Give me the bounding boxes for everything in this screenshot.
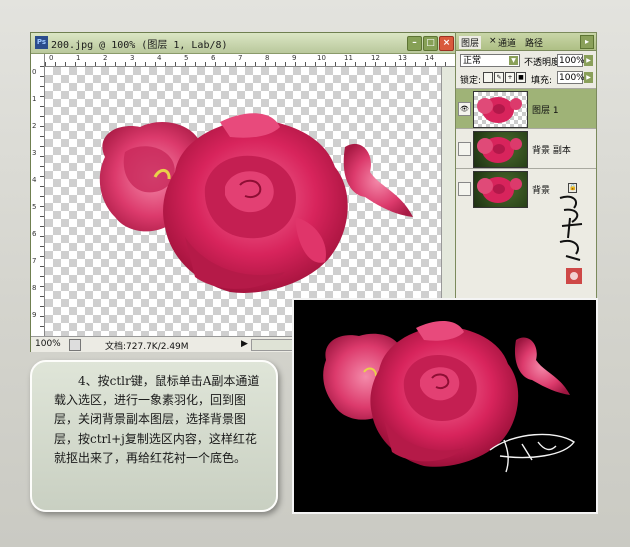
layer-thumbnail — [473, 131, 528, 168]
lock-image-icon[interactable]: ✎ — [494, 72, 504, 83]
eye-icon[interactable] — [458, 142, 471, 156]
layer-name: 背景 — [532, 186, 551, 196]
photoshop-app-icon: Ps — [35, 36, 48, 49]
ruler-label: 1 — [32, 95, 37, 103]
ruler-horizontal[interactable]: 0 1 2 3 4 5 6 7 8 9 10 11 12 13 14 — [45, 54, 456, 67]
rose-thumbnail — [477, 177, 522, 203]
layer-name: 图层 1 — [532, 106, 559, 116]
maximize-icon[interactable]: □ — [423, 36, 438, 51]
roses-on-black-image — [323, 321, 575, 473]
ruler-label: 8 — [32, 284, 37, 292]
blend-mode-select[interactable]: 正常 ▼ — [460, 54, 520, 67]
ruler-label: 14 — [425, 54, 434, 62]
ruler-label: 6 — [211, 54, 216, 62]
ruler-label: 9 — [292, 54, 297, 62]
result-photo — [292, 298, 598, 514]
instruction-text: 4、按ctlr键，鼠标单击A副本通道载入选区，进行一象素羽化，回到图层，关闭背景… — [54, 374, 260, 465]
rose-thumbnail — [477, 137, 522, 163]
ruler-label: 12 — [371, 54, 380, 62]
document-size-info: 文档:727.7K/2.49M — [105, 342, 189, 352]
vertical-scrollbar[interactable] — [441, 67, 456, 336]
navigator-icon[interactable] — [69, 339, 81, 351]
ruler-label: 4 — [157, 54, 162, 62]
ruler-vertical[interactable]: 0 1 2 3 4 5 6 7 8 9 — [31, 66, 45, 336]
lock-all-icon[interactable]: ■ — [516, 72, 526, 83]
ruler-label: 9 — [32, 311, 37, 319]
tab-close-icon[interactable]: × — [489, 36, 497, 46]
ruler-label: 0 — [32, 68, 37, 76]
zoom-level[interactable]: 100% — [35, 339, 61, 349]
ruler-label: 3 — [32, 149, 37, 157]
status-menu-arrow-icon[interactable]: ▶ — [241, 339, 248, 349]
image-canvas[interactable] — [45, 67, 441, 336]
document-titlebar[interactable]: Ps 200.jpg @ 100% (图层 1, Lab/8) – □ × — [31, 33, 456, 54]
ruler-label: 10 — [317, 54, 326, 62]
lock-transparent-icon[interactable] — [483, 72, 493, 83]
ruler-label: 1 — [76, 54, 81, 62]
blend-mode-value: 正常 — [463, 56, 482, 66]
layer-thumbnail — [473, 171, 528, 208]
ruler-label: 0 — [49, 54, 54, 62]
layer-thumbnail — [473, 91, 528, 128]
panel-tab-bar: 图层 × 通道 路径 ▸ — [456, 33, 596, 51]
opacity-input[interactable]: 100% — [557, 54, 585, 67]
fill-input[interactable]: 100% — [557, 71, 585, 84]
calligraphy-signature — [559, 195, 583, 284]
tab-paths[interactable]: 路径 — [525, 36, 543, 49]
layer-row[interactable]: 背景 副本 — [456, 128, 596, 169]
cutout-roses-image — [99, 113, 413, 293]
layer-name: 背景 副本 — [532, 146, 571, 156]
eye-icon[interactable]: 👁 — [458, 102, 471, 116]
tab-channels[interactable]: 通道 — [498, 36, 516, 49]
chevron-down-icon: ▼ — [509, 56, 518, 65]
lock-label: 锁定: — [460, 76, 482, 86]
tab-layers[interactable]: 图层 — [459, 36, 482, 49]
ruler-label: 3 — [130, 54, 135, 62]
signature-stamp — [552, 190, 592, 290]
ruler-label: 8 — [265, 54, 270, 62]
ruler-label: 4 — [32, 176, 37, 184]
layer-row[interactable]: 👁 图层 1 — [456, 88, 596, 129]
opacity-arrow-icon[interactable]: ▶ — [584, 55, 593, 66]
minimize-icon[interactable]: – — [407, 36, 422, 51]
ruler-label: 7 — [238, 54, 243, 62]
close-icon[interactable]: × — [439, 36, 454, 51]
ruler-label: 11 — [344, 54, 353, 62]
document-title: 200.jpg @ 100% (图层 1, Lab/8) — [51, 40, 228, 51]
ruler-label: 2 — [103, 54, 108, 62]
panel-menu-icon[interactable]: ▸ — [580, 35, 594, 49]
instruction-note: 4、按ctlr键，鼠标单击A副本通道载入选区，进行一象素羽化，回到图层，关闭背景… — [30, 360, 278, 512]
fill-arrow-icon[interactable]: ▶ — [584, 72, 593, 83]
fill-label: 填充: — [531, 76, 553, 86]
ruler-label: 6 — [32, 230, 37, 238]
eye-icon[interactable] — [458, 182, 471, 196]
ruler-label: 7 — [32, 257, 37, 265]
ruler-label: 13 — [398, 54, 407, 62]
ruler-label: 2 — [32, 122, 37, 130]
rose-thumbnail — [477, 97, 522, 123]
ruler-label: 5 — [184, 54, 189, 62]
ruler-label: 5 — [32, 203, 37, 211]
lock-position-icon[interactable]: + — [505, 72, 515, 83]
